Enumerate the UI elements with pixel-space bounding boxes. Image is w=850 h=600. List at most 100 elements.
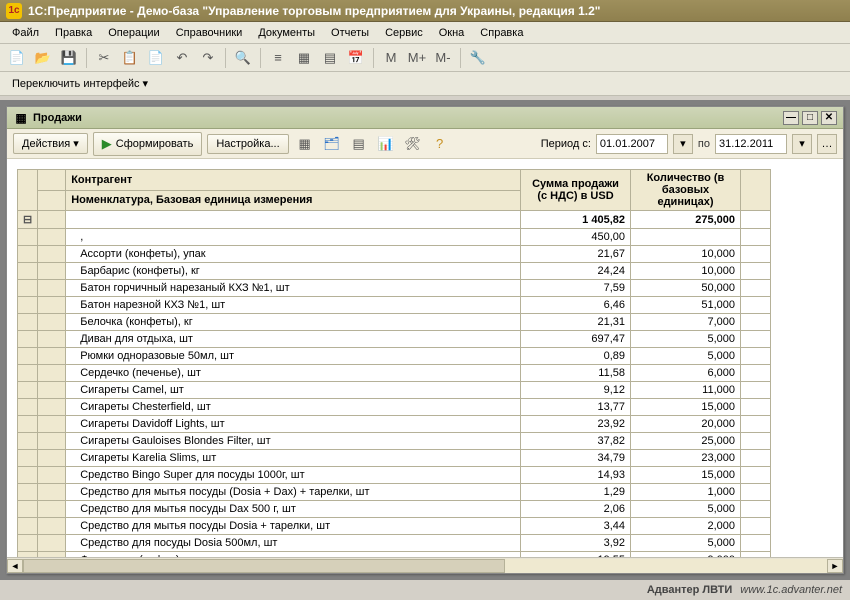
cell-qty: 5,000 (631, 535, 741, 552)
settings-button[interactable]: Настройка... (207, 134, 288, 154)
table-row[interactable]: Рюмки одноразовые 50мл, шт0,895,000 (18, 348, 771, 365)
table-row[interactable]: Батон нарезной КХЗ №1, шт6,4651,000 (18, 297, 771, 314)
tb-period-icon[interactable]: ▤ (348, 133, 370, 155)
scroll-left-icon[interactable]: ◄ (7, 559, 23, 573)
menu-file[interactable]: Файл (4, 25, 47, 41)
menu-edit[interactable]: Правка (47, 25, 100, 41)
copy-icon[interactable]: 📋 (119, 47, 141, 69)
table-row[interactable]: Средство для мытья посуды Dosia + тарелк… (18, 518, 771, 535)
cell-qty: 5,000 (631, 348, 741, 365)
list-icon[interactable]: ≡ (267, 47, 289, 69)
wrench-icon[interactable]: 🔧 (467, 47, 489, 69)
table-row[interactable]: ,450,00 (18, 229, 771, 246)
report-toolbar: Действия ▾ ▶ Сформировать Настройка... ▦… (7, 129, 843, 159)
col-nomenclature[interactable]: Номенклатура, Базовая единица измерения (66, 190, 521, 211)
footer-brand: Адвантер ЛВТИ (647, 584, 732, 596)
cell-name: Сигареты Camel, шт (66, 382, 521, 399)
cell-sum: 7,59 (521, 280, 631, 297)
cell-qty: 2,000 (631, 518, 741, 535)
table-row[interactable]: Сигареты Karelia Slims, шт34,7923,000 (18, 450, 771, 467)
menu-windows[interactable]: Окна (431, 25, 473, 41)
tb-help-icon[interactable]: ? (429, 133, 451, 155)
date-from-input[interactable] (596, 134, 668, 154)
col-contragent[interactable]: Контрагент (66, 170, 521, 191)
outline-toggle (18, 416, 38, 433)
find-icon[interactable]: 🔍 (232, 47, 254, 69)
save-icon[interactable]: 💾 (58, 47, 80, 69)
menu-refs[interactable]: Справочники (168, 25, 251, 41)
actions-button[interactable]: Действия ▾ (13, 133, 88, 154)
table-row[interactable]: ⊟1 405,82275,000 (18, 211, 771, 229)
m-icon[interactable]: M (380, 47, 402, 69)
tb-tool-icon[interactable]: 🛠 (402, 133, 424, 155)
scroll-track[interactable] (23, 559, 827, 573)
cell-qty: 50,000 (631, 280, 741, 297)
form-button[interactable]: ▶ Сформировать (93, 132, 203, 156)
paste-icon[interactable]: 📄 (145, 47, 167, 69)
period-picker-icon[interactable]: … (817, 134, 837, 154)
menu-operations[interactable]: Операции (100, 25, 167, 41)
horizontal-scrollbar[interactable]: ◄ ► (7, 557, 843, 573)
col-sum[interactable]: Сумма продажи (с НДС) в USD (521, 170, 631, 211)
tb-tree-icon[interactable]: 🗂 (321, 133, 343, 155)
table-row[interactable]: Сигареты Chesterfield, шт13,7715,000 (18, 399, 771, 416)
menu-help[interactable]: Справка (472, 25, 531, 41)
play-icon: ▶ (102, 136, 112, 152)
table-row[interactable]: Сигареты Gauloises Blondes Filter, шт37,… (18, 433, 771, 450)
cell-qty: 6,000 (631, 365, 741, 382)
grid-icon[interactable]: ▦ (293, 47, 315, 69)
cell-sum: 14,93 (521, 467, 631, 484)
date-to-cal-icon[interactable]: ▾ (792, 134, 812, 154)
maximize-button[interactable]: □ (802, 111, 818, 125)
table-row[interactable]: Сердечко (печенье), шт11,586,000 (18, 365, 771, 382)
cell-sum: 11,58 (521, 365, 631, 382)
table-row[interactable]: Сигареты Davidoff Lights, шт23,9220,000 (18, 416, 771, 433)
outline-toggle (18, 229, 38, 246)
outline-toggle (18, 331, 38, 348)
cut-icon[interactable]: ✂ (93, 47, 115, 69)
calendar-icon[interactable]: 📅 (345, 47, 367, 69)
cell-qty: 5,000 (631, 501, 741, 518)
close-button[interactable]: ✕ (821, 111, 837, 125)
tb-chart-icon[interactable]: 📊 (375, 133, 397, 155)
col-qty[interactable]: Количество (в базовых единицах) (631, 170, 741, 211)
menu-service[interactable]: Сервис (377, 25, 431, 41)
table-row[interactable]: Средство для мытья посуды (Dosia + Dax) … (18, 484, 771, 501)
date-to-input[interactable] (715, 134, 787, 154)
redo-icon[interactable]: ↷ (197, 47, 219, 69)
cell-sum: 34,79 (521, 450, 631, 467)
footer-url: www.1c.advanter.net (740, 584, 842, 596)
new-icon[interactable]: 📄 (6, 47, 28, 69)
undo-icon[interactable]: ↶ (171, 47, 193, 69)
date-from-cal-icon[interactable]: ▾ (673, 134, 693, 154)
table-row[interactable]: Диван для отдыха, шт697,475,000 (18, 331, 771, 348)
app-titlebar: 1c 1С:Предприятие - Демо-база "Управлени… (0, 0, 850, 22)
cell-qty: 5,000 (631, 331, 741, 348)
cell-name: Белочка (конфеты), кг (66, 314, 521, 331)
scroll-thumb[interactable] (23, 559, 505, 573)
mminus-icon[interactable]: M- (432, 47, 454, 69)
menu-reports[interactable]: Отчеты (323, 25, 377, 41)
switch-interface-button[interactable]: Переключить интерфейс ▾ (6, 74, 154, 93)
menu-docs[interactable]: Документы (250, 25, 323, 41)
open-icon[interactable]: 📂 (32, 47, 54, 69)
outline-toggle[interactable]: ⊟ (18, 211, 38, 229)
table-row[interactable]: Батон горчичный нарезаный КХЗ №1, шт7,59… (18, 280, 771, 297)
mplus-icon[interactable]: M+ (406, 47, 428, 69)
calc-icon[interactable]: ▤ (319, 47, 341, 69)
tb-grid-icon[interactable]: ▦ (294, 133, 316, 155)
table-row[interactable]: Средство Bingo Super для посуды 1000г, ш… (18, 467, 771, 484)
cell-name: , (66, 229, 521, 246)
table-row[interactable]: Барбарис (конфеты), кг24,2410,000 (18, 263, 771, 280)
minimize-button[interactable]: — (783, 111, 799, 125)
table-row[interactable]: Средство для посуды Dosia 500мл, шт3,925… (18, 535, 771, 552)
table-row[interactable]: Сигареты Camel, шт9,1211,000 (18, 382, 771, 399)
cell-qty: 20,000 (631, 416, 741, 433)
cell-qty: 15,000 (631, 467, 741, 484)
outline-toggle (18, 263, 38, 280)
report-body[interactable]: Контрагент Сумма продажи (с НДС) в USD К… (7, 159, 843, 557)
scroll-right-icon[interactable]: ► (827, 559, 843, 573)
table-row[interactable]: Белочка (конфеты), кг21,317,000 (18, 314, 771, 331)
table-row[interactable]: Средство для мытья посуды Dax 500 г, шт2… (18, 501, 771, 518)
table-row[interactable]: Ассорти (конфеты), упак21,6710,000 (18, 246, 771, 263)
